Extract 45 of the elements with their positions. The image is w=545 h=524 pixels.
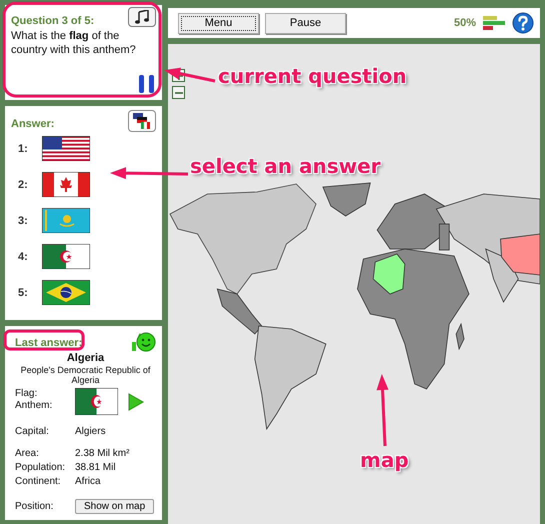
- flags-icon: [132, 112, 152, 130]
- field-value: 38.81 Mil: [75, 461, 116, 475]
- pause-icon[interactable]: [138, 74, 156, 94]
- flag-icon[interactable]: [42, 172, 90, 197]
- official-name: People's Democratic Republic of Algeria: [20, 365, 152, 385]
- option-number: 1:: [18, 142, 29, 154]
- field-label: Population:: [15, 461, 66, 475]
- question-text: What is the flag of the country with this anthem?: [11, 29, 137, 57]
- field-label: Area:: [15, 447, 40, 461]
- score-bars-icon: [482, 15, 506, 31]
- flag-icon[interactable]: [42, 244, 90, 269]
- callout-label: current question: [218, 64, 407, 88]
- show-on-map-button[interactable]: Show on map: [75, 499, 154, 514]
- answer-title: Answer:: [11, 118, 54, 130]
- option-number: 4:: [18, 250, 29, 262]
- toolbar-button[interactable]: Pause: [265, 12, 346, 34]
- field-value: Algiers: [75, 425, 106, 439]
- field-label: Flag:: [15, 388, 38, 400]
- flag-icon[interactable]: [42, 136, 90, 161]
- field-value: 2.38 Mil km²: [75, 447, 130, 461]
- play-anthem-button[interactable]: [128, 7, 156, 27]
- option-number: 5:: [18, 286, 29, 298]
- option-number: 3:: [18, 214, 29, 226]
- score-percent: 50%: [454, 17, 476, 29]
- flag-icon[interactable]: [42, 280, 90, 305]
- field-label: Position:: [15, 501, 54, 512]
- callout-label: select an answer: [190, 154, 381, 178]
- language-button[interactable]: [128, 110, 156, 132]
- field-value: Africa: [75, 475, 101, 489]
- question-title: Question 3 of 5:: [11, 15, 94, 27]
- option-number: 2:: [18, 178, 29, 190]
- callout-arrow: [164, 68, 216, 82]
- field-label: Capital:: [15, 425, 50, 439]
- help-icon[interactable]: [512, 12, 534, 34]
- flag-icon[interactable]: [42, 208, 90, 233]
- country-name: Algeria: [66, 352, 104, 364]
- field-label: Anthem:: [15, 400, 54, 412]
- last-answer-title: Last answer:: [15, 337, 82, 349]
- flag-icon: [75, 388, 118, 415]
- music-note-icon: [134, 10, 150, 24]
- field-label: Continent:: [15, 475, 62, 489]
- play-icon[interactable]: [128, 393, 144, 411]
- zoom-out-button[interactable]: [172, 86, 185, 99]
- toolbar-button[interactable]: Menu: [178, 12, 259, 34]
- callout-label: map: [360, 448, 409, 472]
